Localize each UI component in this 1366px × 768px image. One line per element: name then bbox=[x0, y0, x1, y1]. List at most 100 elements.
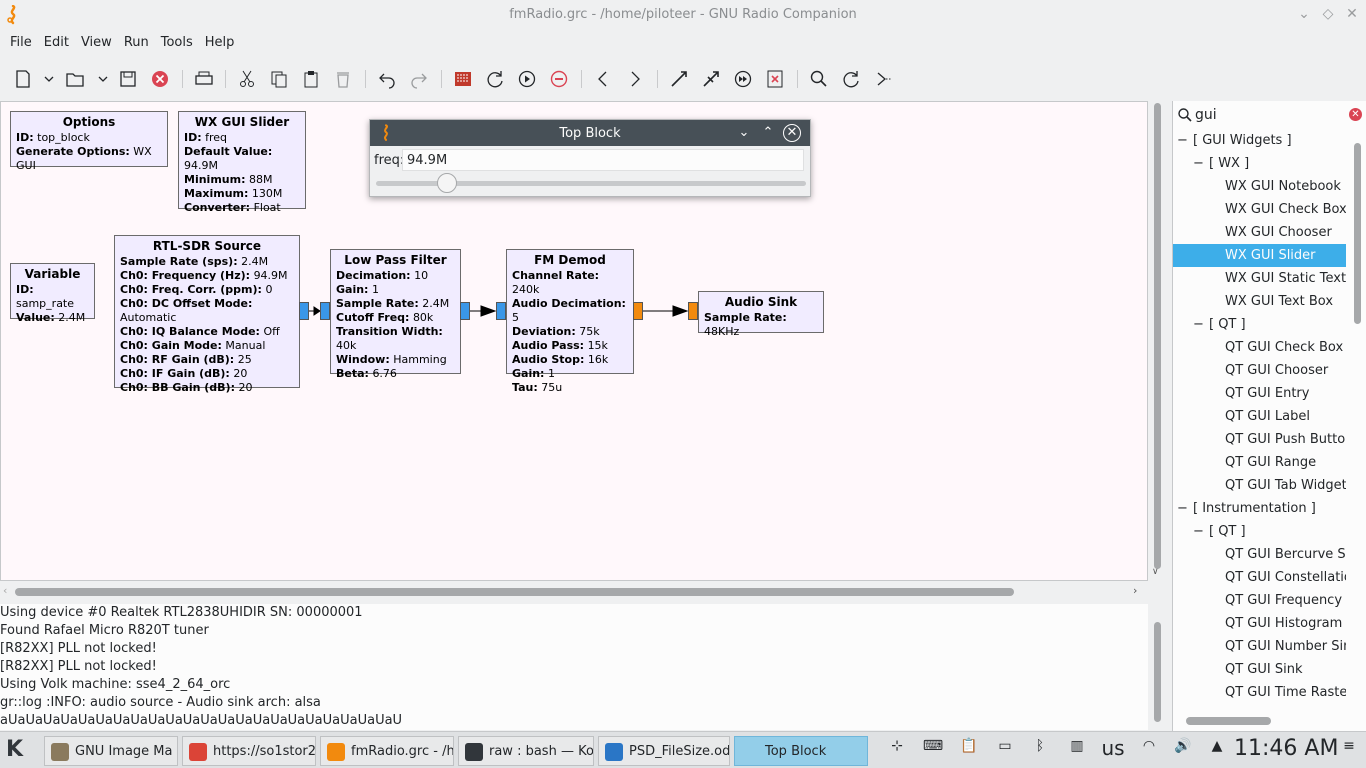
tree-item[interactable]: QT GUI Bercurve Sin bbox=[1173, 543, 1346, 566]
tree-item[interactable]: QT GUI Range bbox=[1173, 451, 1346, 474]
chevron-right-icon[interactable] bbox=[624, 68, 646, 90]
tree-expander-icon[interactable]: − bbox=[1193, 152, 1204, 175]
menu-view[interactable]: View bbox=[75, 30, 118, 56]
taskbar-task[interactable]: fmRadio.grc - /h bbox=[320, 736, 454, 766]
close-icon[interactable]: ✕ bbox=[1344, 6, 1360, 22]
bypass-block-icon[interactable] bbox=[732, 68, 754, 90]
tree-item[interactable]: WX GUI Check Box bbox=[1173, 198, 1346, 221]
block-low-pass-filter[interactable]: Low Pass Filter Decimation: 10 Gain: 1 S… bbox=[330, 249, 461, 380]
redo-icon[interactable] bbox=[408, 68, 430, 90]
find-block-icon[interactable] bbox=[808, 68, 830, 90]
taskbar-task[interactable]: Top Block bbox=[734, 736, 868, 766]
lpf-in-port[interactable] bbox=[320, 302, 330, 320]
tree-item[interactable]: −[ Instrumentation ] bbox=[1173, 497, 1346, 520]
tree-item[interactable]: QT GUI Sink bbox=[1173, 658, 1346, 681]
block-search[interactable]: gui ✕ bbox=[1173, 103, 1366, 127]
tree-item[interactable]: QT GUI Tab Widget bbox=[1173, 474, 1346, 497]
volume-icon[interactable]: 🔊 bbox=[1170, 738, 1196, 762]
tree-item[interactable]: QT GUI Number Sink bbox=[1173, 635, 1346, 658]
maximize-icon[interactable]: ⌃ bbox=[760, 125, 776, 141]
tree-item[interactable]: −[ QT ] bbox=[1173, 313, 1346, 336]
tree-expander-icon[interactable]: − bbox=[1177, 497, 1188, 520]
tree-expander-icon[interactable]: − bbox=[1193, 520, 1204, 543]
tree-item[interactable]: WX GUI Static Text bbox=[1173, 267, 1346, 290]
tree-item[interactable]: −[ QT ] bbox=[1173, 520, 1346, 543]
close-file-icon[interactable] bbox=[149, 68, 171, 90]
tree-item[interactable]: QT GUI Label bbox=[1173, 405, 1346, 428]
tree-item[interactable]: QT GUI Frequency S bbox=[1173, 589, 1346, 612]
taskbar-task[interactable]: raw : bash — Ko bbox=[458, 736, 594, 766]
block-fm-demod[interactable]: FM Demod Channel Rate: 240k Audio Decima… bbox=[506, 249, 634, 394]
tree-item[interactable]: WX GUI Notebook bbox=[1173, 175, 1346, 198]
activity-icon[interactable]: ⊹ bbox=[886, 738, 908, 762]
freq-entry[interactable]: 94.9M bbox=[402, 149, 804, 171]
tree-item[interactable]: QT GUI Chooser bbox=[1173, 359, 1346, 382]
open-folder-icon[interactable] bbox=[64, 68, 86, 90]
library-vertical-scrollbar[interactable] bbox=[1350, 140, 1364, 705]
delete-icon[interactable] bbox=[332, 68, 354, 90]
copy-icon[interactable] bbox=[268, 68, 290, 90]
enable-block-icon[interactable] bbox=[668, 68, 690, 90]
clock[interactable]: 11:46 AM bbox=[1234, 736, 1338, 761]
search-input[interactable]: gui bbox=[1195, 107, 1217, 123]
audiosink-in-port[interactable] bbox=[688, 302, 698, 320]
paste-icon[interactable] bbox=[300, 68, 322, 90]
tree-item[interactable]: −[ WX ] bbox=[1173, 152, 1346, 175]
minimize-icon[interactable]: ⌄ bbox=[736, 125, 752, 141]
tree-item[interactable]: WX GUI Text Box bbox=[1173, 290, 1346, 313]
kill-flowgraph-icon[interactable] bbox=[764, 68, 786, 90]
canvas-vertical-scrollbar[interactable]: ∨ bbox=[1149, 101, 1165, 581]
freq-slider-handle[interactable] bbox=[436, 173, 457, 193]
console-vertical-scrollbar[interactable] bbox=[1149, 608, 1165, 726]
scroll-down-icon[interactable]: ∨ bbox=[1152, 567, 1159, 577]
tree-item[interactable]: −[ GUI Widgets ] bbox=[1173, 129, 1346, 152]
window-titlebar[interactable]: fmRadio.grc - /home/piloteer - GNU Radio… bbox=[0, 0, 1366, 30]
tray-expand-icon[interactable]: ▲ bbox=[1208, 738, 1226, 762]
menu-icon[interactable]: ≡ bbox=[1338, 738, 1360, 762]
wifi-icon[interactable]: ◠ bbox=[1136, 738, 1162, 762]
open-terminal-icon[interactable] bbox=[872, 68, 894, 90]
taskbar-task[interactable]: PSD_FileSize.od bbox=[598, 736, 730, 766]
device-notifier-icon[interactable]: ▥ bbox=[1066, 738, 1088, 762]
block-wx-gui-slider[interactable]: WX GUI Slider ID: freq Default Value: 94… bbox=[178, 111, 306, 214]
new-file-icon[interactable] bbox=[12, 68, 34, 90]
battery-icon[interactable]: ▭ bbox=[990, 738, 1020, 762]
scroll-left-icon[interactable]: ‹ bbox=[3, 584, 7, 597]
clipboard-icon[interactable]: 📋 bbox=[958, 738, 980, 762]
tree-item[interactable]: QT GUI Entry bbox=[1173, 382, 1346, 405]
rtlsdr-out-port[interactable] bbox=[299, 302, 309, 320]
print-icon[interactable] bbox=[193, 68, 215, 90]
block-audio-sink[interactable]: Audio Sink Sample Rate: 48KHz bbox=[698, 291, 824, 338]
bluetooth-icon[interactable]: ᛒ bbox=[1030, 738, 1050, 762]
disable-block-icon[interactable] bbox=[700, 68, 722, 90]
menu-file[interactable]: File bbox=[4, 30, 38, 56]
scroll-right-icon[interactable]: › bbox=[1133, 584, 1137, 597]
errors-icon[interactable] bbox=[452, 68, 474, 90]
tree-item[interactable]: QT GUI Histogram S bbox=[1173, 612, 1346, 635]
tree-item[interactable]: WX GUI Slider bbox=[1173, 244, 1346, 267]
clear-search-icon[interactable]: ✕ bbox=[1349, 108, 1362, 121]
stop-icon[interactable] bbox=[548, 68, 570, 90]
library-horizontal-scrollbar[interactable] bbox=[1176, 714, 1340, 728]
block-variable[interactable]: Variable ID: samp_rate Value: 2.4M bbox=[10, 263, 95, 324]
undo-icon[interactable] bbox=[376, 68, 398, 90]
close-icon[interactable]: ✕ bbox=[783, 124, 801, 142]
keyboard-icon[interactable]: ⌨ bbox=[916, 738, 950, 762]
save-icon[interactable] bbox=[117, 68, 139, 90]
new-dropdown-icon[interactable] bbox=[38, 68, 54, 90]
cut-icon[interactable] bbox=[236, 68, 258, 90]
reload-icon[interactable] bbox=[484, 68, 506, 90]
tree-item[interactable]: QT GUI Check Box bbox=[1173, 336, 1346, 359]
taskbar-task[interactable]: GNU Image Ma bbox=[44, 736, 178, 766]
chevron-left-icon[interactable] bbox=[592, 68, 614, 90]
tree-expander-icon[interactable]: − bbox=[1177, 129, 1188, 152]
keyboard-layout[interactable]: us bbox=[1098, 736, 1128, 760]
tree-item[interactable]: WX GUI Chooser bbox=[1173, 221, 1346, 244]
open-dropdown-icon[interactable] bbox=[92, 68, 108, 90]
menu-run[interactable]: Run bbox=[118, 30, 155, 56]
taskbar-task[interactable]: https://so1stor2 bbox=[182, 736, 316, 766]
menu-help[interactable]: Help bbox=[199, 30, 241, 56]
tree-item[interactable]: QT GUI Push Button bbox=[1173, 428, 1346, 451]
minimize-icon[interactable]: ⌄ bbox=[1296, 6, 1312, 22]
menu-tools[interactable]: Tools bbox=[155, 30, 199, 56]
